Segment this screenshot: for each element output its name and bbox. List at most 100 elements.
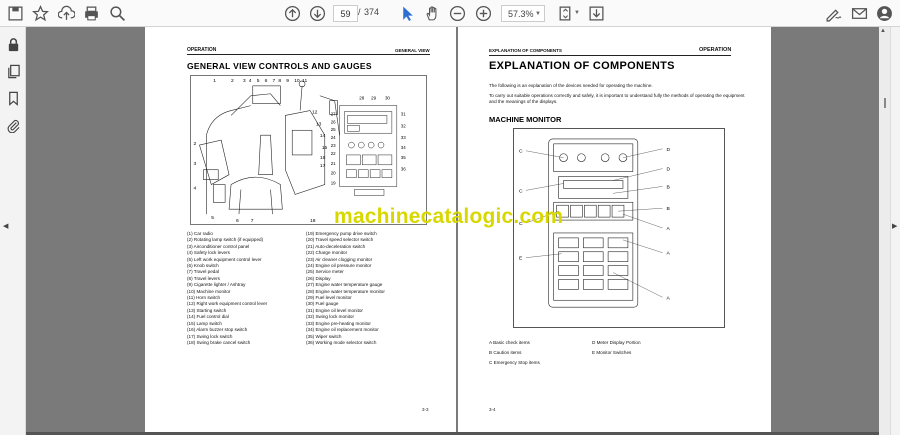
bookmark-icon[interactable] <box>4 89 22 107</box>
expand-right-icon[interactable]: ▶ <box>892 222 897 230</box>
monitor-legend-left: A Basic check items B Caution items C Em… <box>489 338 540 368</box>
svg-text:3: 3 <box>194 161 197 167</box>
svg-text:19: 19 <box>331 181 336 186</box>
svg-text:8: 8 <box>278 78 281 84</box>
svg-text:12: 12 <box>312 109 318 115</box>
page-number: 3-4 <box>489 407 496 412</box>
svg-text:2: 2 <box>194 141 197 147</box>
svg-text:21: 21 <box>331 161 336 166</box>
header-rule <box>187 54 430 55</box>
svg-text:A: A <box>667 251 671 257</box>
zoom-out-icon[interactable] <box>448 4 467 23</box>
legend-item: D Meter Display Portion <box>592 340 641 345</box>
svg-text:D: D <box>667 147 671 153</box>
sign-icon[interactable] <box>824 4 843 23</box>
page-header-right: GENERAL VIEW <box>395 48 430 53</box>
svg-text:B: B <box>667 184 671 190</box>
attachment-icon[interactable] <box>4 116 22 134</box>
svg-text:C: C <box>519 188 523 194</box>
svg-text:25: 25 <box>331 127 336 132</box>
svg-text:4: 4 <box>194 185 197 191</box>
account-icon[interactable] <box>875 4 894 23</box>
svg-text:A: A <box>667 226 671 232</box>
svg-text:34: 34 <box>401 145 406 150</box>
svg-text:11: 11 <box>302 78 307 84</box>
mail-icon[interactable] <box>850 4 869 23</box>
svg-text:5: 5 <box>257 78 260 84</box>
svg-text:30: 30 <box>385 96 390 101</box>
svg-text:B: B <box>667 206 671 212</box>
page-down-icon[interactable] <box>308 4 327 23</box>
zoom-in-icon[interactable] <box>474 4 493 23</box>
page-total: 374 <box>364 7 380 17</box>
svg-text:33: 33 <box>401 135 406 140</box>
copy-pages-icon[interactable] <box>4 62 22 80</box>
svg-text:A: A <box>667 295 671 301</box>
page-number-input[interactable]: 59 <box>333 5 358 22</box>
page-header-right: OPERATION <box>699 47 732 53</box>
export-icon[interactable] <box>587 4 606 23</box>
lock-icon[interactable] <box>4 35 22 53</box>
svg-text:6: 6 <box>236 218 239 224</box>
svg-text:10: 10 <box>294 78 300 84</box>
svg-text:9: 9 <box>286 78 289 84</box>
vertical-scrollbar[interactable]: ▲ <box>879 27 890 435</box>
svg-text:29: 29 <box>371 96 376 101</box>
svg-text:15: 15 <box>322 145 328 151</box>
hand-icon[interactable] <box>423 4 442 23</box>
legend-column-1: (1) Car radio (2) Rotating lamp switch (… <box>187 231 267 346</box>
zoom-level-value: 57.3% <box>508 8 534 19</box>
legend-item: (12) Right work equipment control lever <box>187 301 268 307</box>
svg-text:7: 7 <box>272 78 275 84</box>
scroll-up-icon[interactable]: ▲ <box>880 28 886 34</box>
svg-text:1: 1 <box>213 78 216 84</box>
svg-text:16: 16 <box>320 155 326 161</box>
scroll-thumb[interactable] <box>884 98 886 108</box>
legend-item: B Caution items <box>489 350 522 355</box>
svg-text:C: C <box>519 149 523 155</box>
watermark-text: machinecatalogic.com <box>334 205 564 228</box>
collapse-left-icon[interactable]: ◀ <box>3 222 8 230</box>
page-header-left: EXPLANATION OF COMPONENTS <box>489 48 562 53</box>
upload-icon[interactable] <box>57 4 76 23</box>
svg-text:23: 23 <box>331 143 336 148</box>
legend-item: (27) Engine water temperature gauge <box>306 282 383 288</box>
svg-text:4: 4 <box>249 78 252 84</box>
fit-menu-chevron-icon[interactable]: ▼ <box>574 10 580 16</box>
svg-text:18: 18 <box>310 218 316 224</box>
print-icon[interactable] <box>82 4 101 23</box>
select-cursor-icon[interactable] <box>398 4 417 23</box>
svg-text:3: 3 <box>243 78 246 84</box>
svg-text:27: 27 <box>331 111 336 116</box>
svg-text:6: 6 <box>265 78 268 84</box>
page-up-icon[interactable] <box>283 4 302 23</box>
svg-text:36: 36 <box>401 167 406 172</box>
intro-paragraph-2: To carry out suitable operations correct… <box>489 93 745 105</box>
zoom-level-select[interactable]: 57.3% ▼ <box>501 5 545 22</box>
svg-text:32: 32 <box>401 123 406 128</box>
svg-text:20: 20 <box>331 171 336 176</box>
left-sidebar: ◀ <box>0 27 26 435</box>
save-icon[interactable] <box>6 4 25 23</box>
legend-item: C Emergency Stop items <box>489 360 540 365</box>
right-panel-toggle[interactable]: ▶ <box>890 27 900 435</box>
legend-item: (20) Travel speed selector switch <box>306 237 374 243</box>
cab-controls-illustration: 1 2 3 4 5 6 7 8 9 10 11 12 13 14 15 16 17 18 234567 28 2… <box>190 75 427 225</box>
svg-text:7: 7 <box>251 218 254 224</box>
fit-page-icon[interactable] <box>556 4 575 23</box>
section-subtitle: MACHINE MONITOR <box>489 115 562 124</box>
svg-text:17: 17 <box>320 163 326 169</box>
page-title: GENERAL VIEW CONTROLS AND GAUGES <box>187 61 372 71</box>
bookmark-star-icon[interactable] <box>31 4 50 23</box>
chevron-down-icon: ▼ <box>535 10 541 17</box>
zoom-search-icon[interactable] <box>108 4 127 23</box>
legend-column-2: (19) Emergency pump drive switch (20) Tr… <box>306 231 385 346</box>
pdf-page-left: OPERATION GENERAL VIEW GENERAL VIEW CONT… <box>145 27 456 432</box>
page-title: EXPLANATION OF COMPONENTS <box>489 60 675 72</box>
page-separator: / <box>358 7 361 17</box>
svg-text:35: 35 <box>401 155 406 160</box>
pdf-page-right: EXPLANATION OF COMPONENTS OPERATION EXPL… <box>458 27 771 432</box>
legend-item: A Basic check items <box>489 340 530 345</box>
legend-item: E Monitor Switches <box>592 350 632 355</box>
monitor-legend-right: D Meter Display Portion E Monitor Switch… <box>592 338 641 358</box>
